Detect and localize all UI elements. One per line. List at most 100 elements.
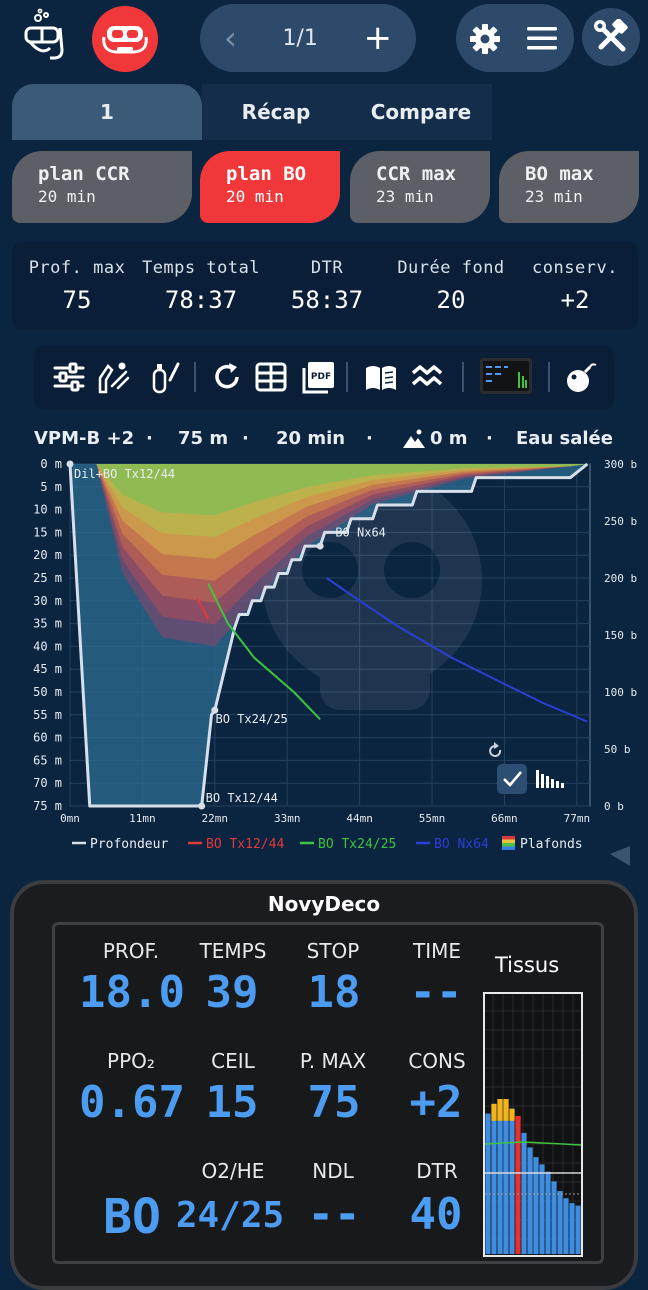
tissue-bars-icon[interactable] — [536, 770, 564, 788]
dive-mask-button[interactable] — [92, 6, 158, 72]
legend-label: BO Tx12/44 — [206, 837, 284, 852]
dive-profile-chart[interactable]: 0 m 5 m 10 m 15 m 20 m 25 m 30 m 35 m 40 m 45 m 50… — [0, 450, 648, 870]
chart-legend: Profondeur BO Tx12/44 BO Tx24/25 BO Nx64 Pla… — [72, 836, 583, 852]
plan-card-bo-max[interactable]: BO max 23 min — [499, 151, 639, 223]
tissue-bar — [521, 1132, 527, 1254]
plan-time: 23 min — [376, 187, 434, 206]
x-tick-label: 66mn — [491, 812, 518, 825]
y-tick-label: 20 m — [33, 548, 62, 562]
stat-value: 58:37 — [290, 286, 364, 314]
label-ndl: NDL — [312, 1159, 354, 1183]
x-tick-label: 11mn — [129, 812, 156, 825]
gear-icon[interactable] — [468, 22, 502, 56]
tissues-label: Tissus — [495, 953, 560, 977]
plan-toolbar: PDF — [34, 346, 614, 410]
pdf-icon[interactable]: PDF — [302, 360, 336, 394]
stat-label: Prof. max — [28, 258, 126, 278]
label-ppo2: PPO₂ — [107, 1049, 155, 1073]
tissue-bar-supersaturation — [515, 1115, 521, 1121]
plan-card-bo[interactable]: plan BO 20 min — [200, 151, 340, 223]
y-tick-label: 65 m — [33, 753, 62, 767]
tab-recap[interactable]: Récap — [202, 84, 350, 140]
y2-tick-label: 300 b — [604, 458, 637, 471]
y2-tick-label: 100 b — [604, 686, 637, 699]
add-plan-icon[interactable]: + — [363, 18, 392, 58]
y-tick-label: 30 m — [33, 594, 62, 608]
tools-button[interactable] — [582, 8, 640, 66]
stat-value: 78:37 — [164, 286, 238, 314]
tank-icon[interactable] — [148, 360, 182, 394]
sliders-icon[interactable] — [52, 360, 86, 394]
tab-plan-1[interactable]: 1 — [12, 84, 202, 140]
x-tick-label: 0mn — [60, 812, 80, 825]
plan-name: plan CCR — [38, 163, 130, 185]
tissue-bar — [491, 1103, 497, 1254]
y-tick-label: 10 m — [33, 503, 62, 517]
table-icon[interactable] — [254, 360, 288, 394]
y-tick-label: 55 m — [33, 708, 62, 722]
stat-value: +2 — [560, 286, 590, 314]
tab-compare[interactable]: Compare — [350, 84, 492, 140]
label-stop-time: TIME — [412, 939, 461, 963]
plan-card-ccr[interactable]: plan CCR 20 min — [12, 151, 192, 223]
separator: · — [146, 428, 153, 449]
value-gas: BO — [103, 1189, 161, 1245]
y-tick-label: 50 m — [33, 685, 62, 699]
x-tick-label: 33mn — [274, 812, 301, 825]
altitude-icon — [403, 429, 425, 448]
diver-logo-icon[interactable] — [20, 8, 68, 66]
stat-label: Temps total — [141, 258, 261, 278]
toolbar-divider — [346, 362, 348, 392]
label-stop: STOP — [306, 939, 360, 963]
deco-model: VPM-B +2 — [34, 428, 135, 449]
plan-card-ccr-max[interactable]: CCR max 23 min — [350, 151, 490, 223]
y-tick-label: 40 m — [33, 639, 62, 653]
stat-dtr: DTR 58:37 — [264, 258, 390, 314]
label-depth: PROF. — [102, 939, 160, 963]
tissue-bar-supersaturation — [497, 1099, 503, 1121]
tissue-bar — [533, 1157, 539, 1254]
chart-refresh-icon[interactable] — [489, 742, 502, 757]
stat-conservatism: conserv. +2 — [512, 258, 638, 314]
altitude: 0 m — [430, 428, 468, 449]
value-ceiling: 15 — [205, 1077, 259, 1128]
plan-pager: ‹ 1/1 + — [200, 4, 416, 72]
refresh-icon[interactable] — [210, 360, 244, 394]
tissue-bar — [575, 1205, 581, 1254]
hammer-wrench-icon — [594, 19, 628, 52]
plan-time: 23 min — [525, 187, 583, 206]
dive-computer-icon[interactable] — [480, 358, 532, 394]
y-tick-label: 45 m — [33, 662, 62, 676]
y-tick-label: 5 m — [40, 480, 62, 494]
menu-icon[interactable] — [526, 24, 558, 52]
resize-handle-icon[interactable] — [610, 846, 630, 866]
toolbar-divider — [548, 362, 550, 392]
bomb-icon[interactable] — [564, 360, 598, 394]
value-time: 39 — [205, 967, 259, 1018]
toolbar-divider — [462, 362, 464, 392]
plan-time: 20 min — [38, 187, 96, 206]
stat-max-depth: Prof. max 75 — [14, 258, 140, 314]
value-ndl: -- — [307, 1189, 361, 1240]
value-conservatism: +2 — [409, 1077, 463, 1128]
x-tick-label: 44mn — [346, 812, 373, 825]
stat-value: 75 — [62, 286, 92, 314]
tissue-saturation-chart — [483, 992, 583, 1257]
legend-label: Profondeur — [90, 837, 168, 852]
waves-icon[interactable] — [410, 360, 444, 394]
legend-label: Plafonds — [520, 837, 583, 852]
diver-icon[interactable] — [96, 360, 130, 394]
book-icon[interactable] — [364, 360, 398, 394]
y2-tick-label: 50 b — [604, 743, 631, 756]
previous-icon[interactable]: ‹ — [224, 19, 237, 57]
toggle-ceilings-checkbox[interactable] — [497, 764, 527, 794]
stat-value: 20 — [436, 286, 466, 314]
dive-computer-panel: NovyDeco PROF. TEMPS STOP TIME 18.0 39 1… — [10, 880, 638, 1290]
stat-label: DTR — [310, 258, 344, 278]
tissue-bar — [485, 1113, 491, 1254]
legend-swatch-plafonds — [502, 836, 515, 850]
svg-text:PDF: PDF — [311, 372, 331, 382]
label-o2-he: O2/HE — [201, 1159, 265, 1183]
dive-summary: Prof. max 75 Temps total 78:37 DTR 58:37… — [12, 242, 638, 330]
x-tick-label: 77mn — [564, 812, 591, 825]
